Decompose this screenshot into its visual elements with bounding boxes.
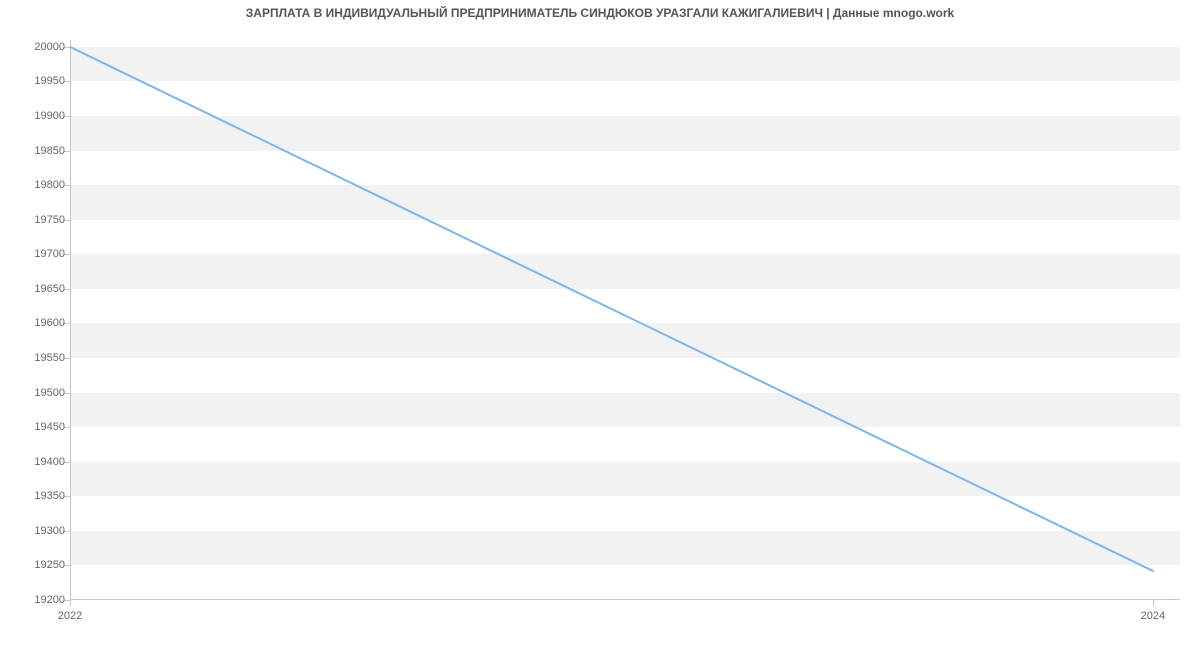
y-tick-label: 19350 [10,490,65,502]
x-tick-label: 2024 [1141,610,1165,622]
chart-container: ЗАРПЛАТА В ИНДИВИДУАЛЬНЫЙ ПРЕДПРИНИМАТЕЛ… [0,0,1200,650]
y-tick-label: 19400 [10,456,65,468]
x-tick-label: 2022 [58,610,82,622]
x-tick [1153,600,1154,606]
y-tick-label: 19500 [10,387,65,399]
plot-area-wrapper: 1920019250193001935019400194501950019550… [70,40,1180,600]
chart-title: ЗАРПЛАТА В ИНДИВИДУАЛЬНЫЙ ПРЕДПРИНИМАТЕЛ… [0,6,1200,20]
y-tick-label: 19250 [10,559,65,571]
y-tick-label: 19550 [10,352,65,364]
y-tick-label: 19850 [10,145,65,157]
y-tick-label: 20000 [10,41,65,53]
y-tick-label: 19450 [10,421,65,433]
y-tick-label: 19300 [10,525,65,537]
y-tick-label: 19900 [10,110,65,122]
x-tick [70,600,71,606]
y-tick-label: 19600 [10,317,65,329]
data-line [70,40,1180,600]
y-tick-label: 19200 [10,594,65,606]
y-tick-label: 19650 [10,283,65,295]
y-tick-label: 19800 [10,179,65,191]
y-tick-label: 19700 [10,248,65,260]
y-tick-label: 19750 [10,214,65,226]
y-tick-label: 19950 [10,75,65,87]
plot-area [70,40,1180,600]
